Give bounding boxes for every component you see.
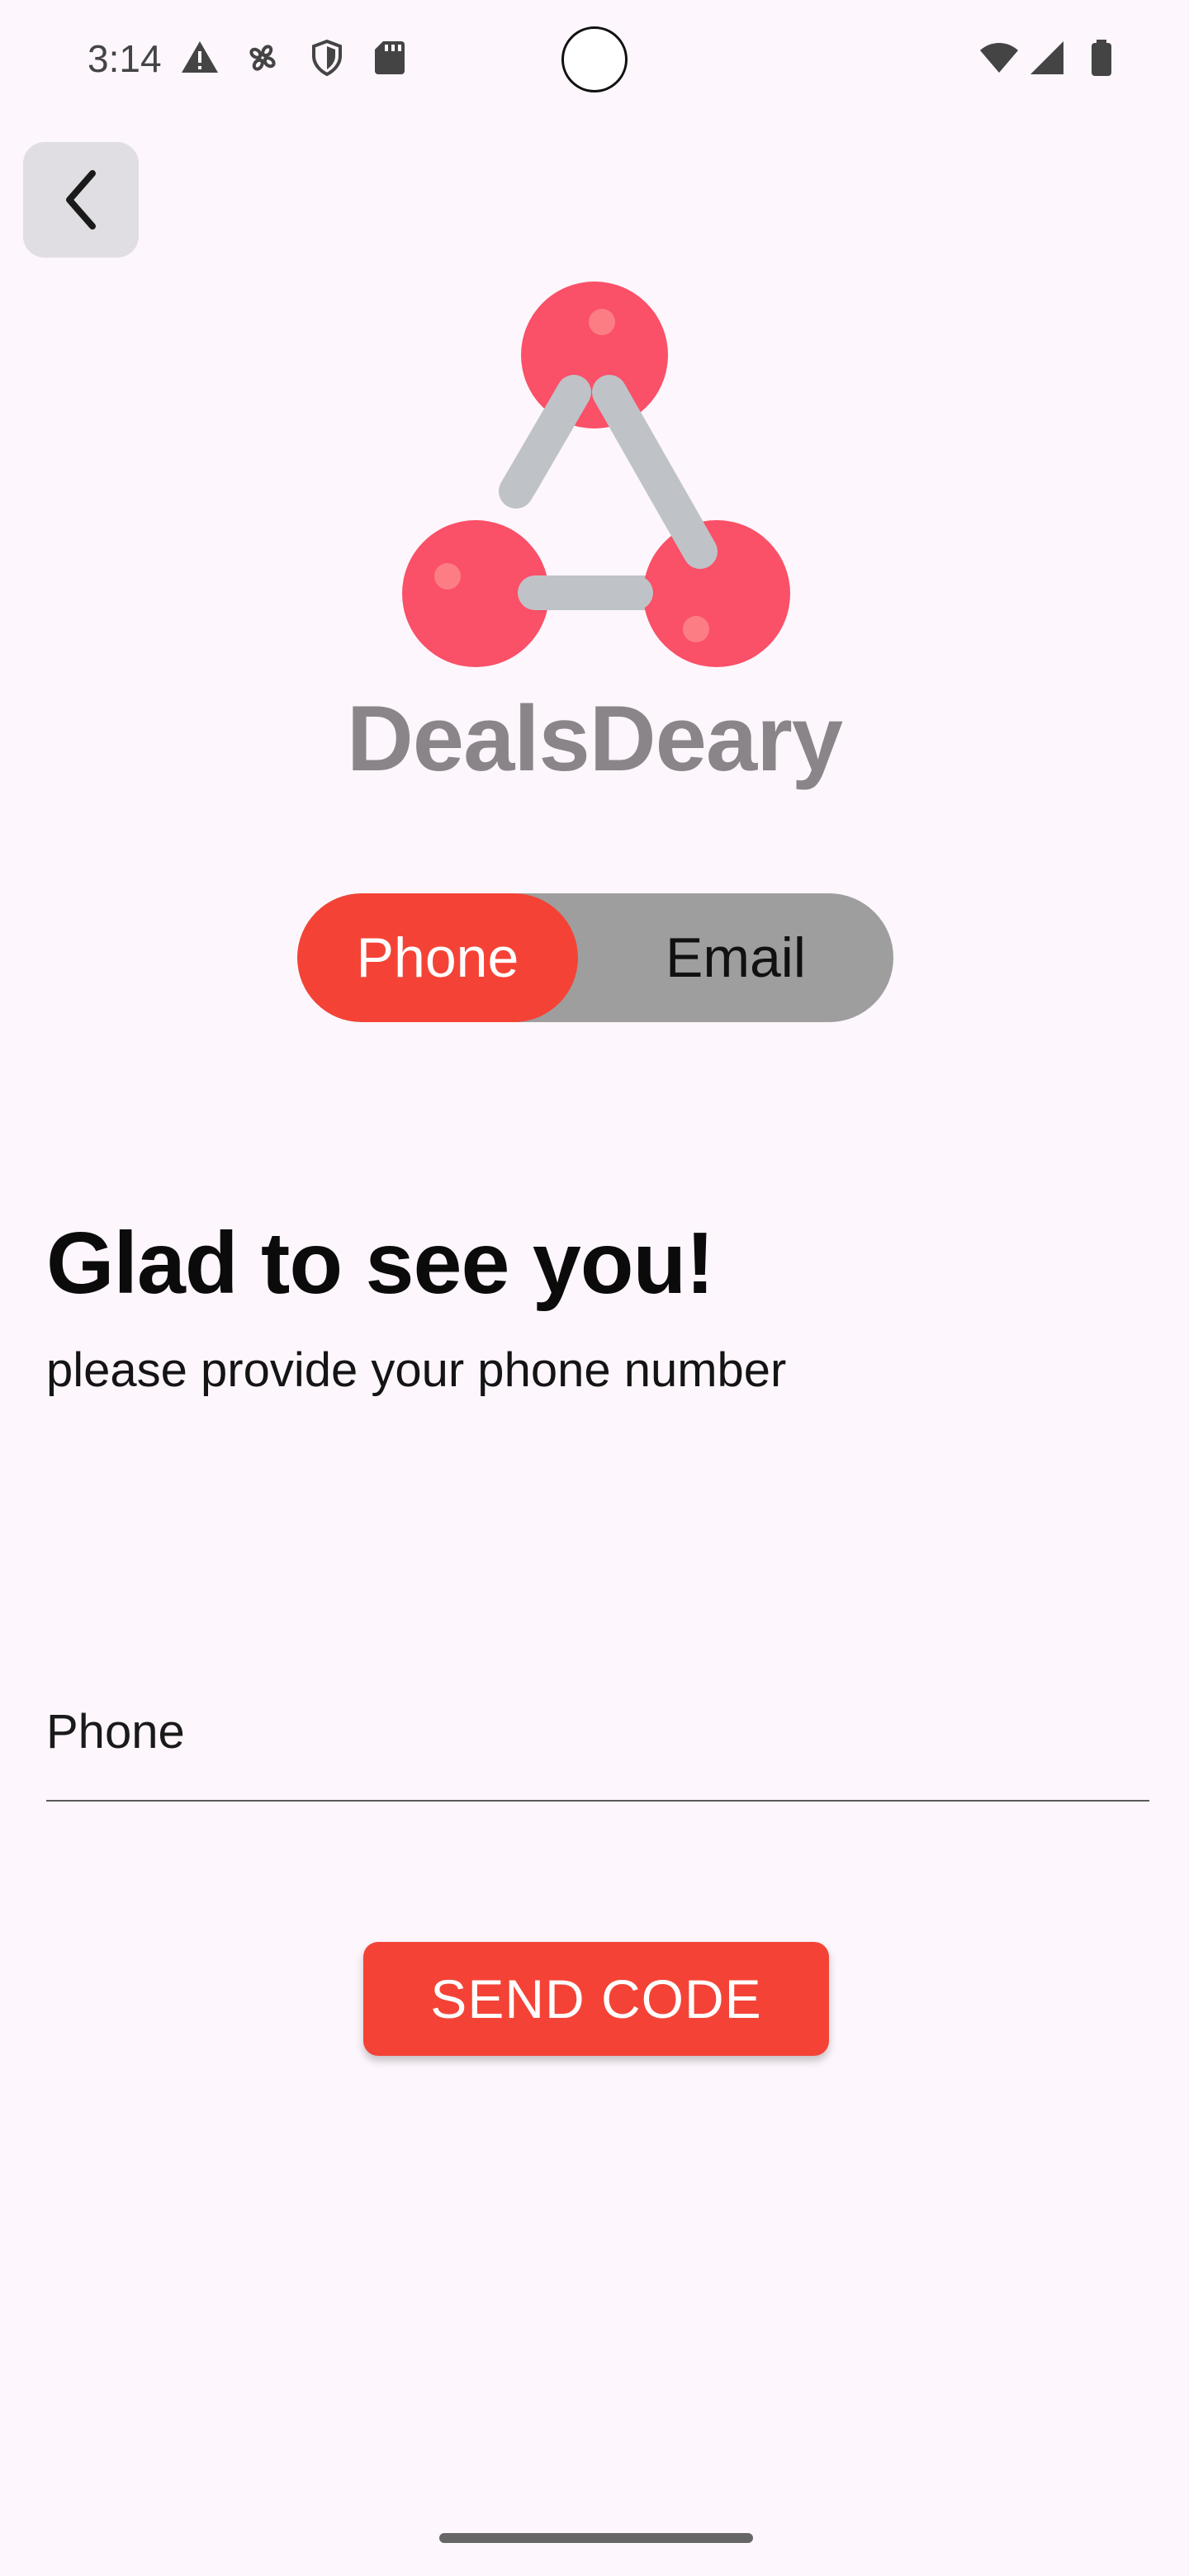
phone-field-label[interactable]: Phone	[46, 1704, 185, 1759]
page-subtitle: please provide your phone number	[46, 1343, 787, 1397]
status-time: 3:14	[88, 37, 162, 80]
brand-name: DealsDeary	[346, 687, 843, 790]
send-code-button-label: SEND CODE	[430, 1968, 762, 2029]
battery-icon	[1092, 40, 1111, 76]
sd-card-icon	[375, 41, 405, 74]
toggle-option-email-label: Email	[665, 926, 807, 989]
fan-icon	[249, 45, 276, 71]
signal-icon	[1030, 41, 1063, 74]
chevron-left-icon	[66, 170, 96, 230]
phone-field-underline[interactable]	[46, 1800, 1149, 1802]
toggle-option-phone-label: Phone	[356, 926, 519, 989]
wifi-icon	[980, 43, 1018, 73]
send-code-button[interactable]: SEND CODE	[363, 1942, 829, 2056]
toggle-option-phone[interactable]: Phone	[297, 893, 578, 1022]
back-button[interactable]	[23, 142, 139, 258]
status-bar: 3:14	[0, 0, 1189, 116]
toggle-option-email[interactable]: Email	[578, 893, 893, 1022]
shield-icon	[312, 39, 342, 77]
home-indicator[interactable]	[439, 2533, 753, 2543]
app-logo-icon	[402, 282, 790, 667]
page-title: Glad to see you!	[46, 1215, 715, 1312]
front-camera	[561, 26, 628, 92]
login-mode-toggle: Phone Email	[297, 893, 893, 1022]
warning-icon	[182, 41, 218, 73]
